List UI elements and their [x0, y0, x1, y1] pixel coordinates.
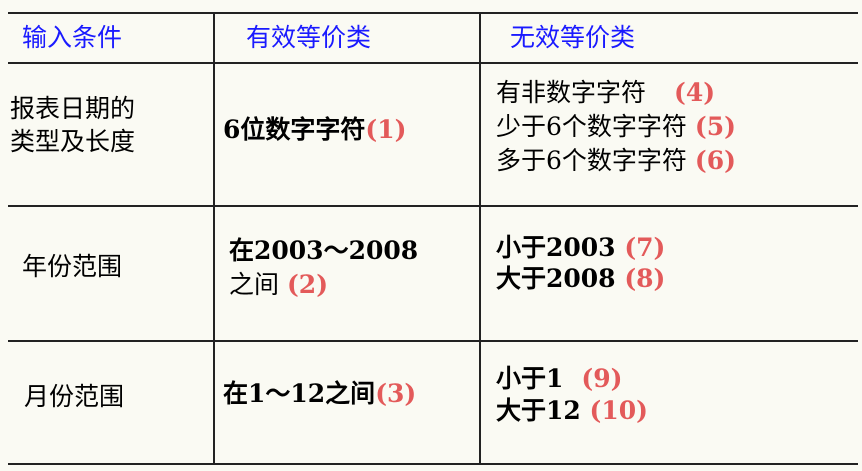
row1-valid: 6位数字字符(1) [223, 113, 406, 146]
row3-invalid-1-text: 小于1 [496, 364, 564, 393]
row2-invalid-2-text: 大于2008 [496, 264, 616, 293]
row-divider-1 [8, 205, 858, 207]
row1-invalid-3: 多于6个数字字符 (6) [496, 144, 736, 177]
row3-valid-number: (3) [375, 379, 417, 408]
row2-valid-line2: 之间 (2) [229, 268, 328, 301]
column-divider-1 [213, 12, 215, 465]
row2-valid-number: (2) [286, 270, 329, 299]
header-valid-class: 有效等价类 [246, 23, 372, 52]
row2-invalid-1-number: (7) [624, 233, 666, 262]
row1-condition-line1: 报表日期的 [10, 94, 136, 123]
header-divider [8, 62, 858, 64]
row1-valid-number: (1) [365, 115, 407, 144]
table-bottom-border [8, 463, 858, 465]
row2-condition: 年份范围 [22, 252, 123, 281]
row2-invalid-1: 小于2003 (7) [496, 231, 665, 264]
row2-valid-line2-text: 之间 [229, 270, 280, 299]
column-divider-2 [479, 12, 481, 465]
row1-invalid-3-number: (6) [694, 146, 736, 175]
header-input-condition: 输入条件 [22, 23, 123, 52]
row1-invalid-1-number: (4) [674, 78, 716, 107]
row2-invalid-2: 大于2008 (8) [496, 262, 665, 295]
row1-invalid-2: 少于6个数字字符 (5) [496, 110, 736, 143]
row2-invalid-1-text: 小于2003 [496, 233, 616, 262]
row1-invalid-2-text: 少于6个数字字符 [496, 112, 687, 141]
row-divider-2 [8, 340, 858, 342]
row3-invalid-1: 小于1 (9) [496, 362, 622, 395]
row3-condition: 月份范围 [24, 382, 125, 411]
header-invalid-class: 无效等价类 [510, 23, 636, 52]
row3-valid: 在1～12之间(3) [223, 377, 416, 410]
row3-invalid-2: 大于12 (10) [496, 394, 648, 427]
row1-invalid-3-text: 多于6个数字字符 [496, 146, 687, 175]
row3-invalid-1-number: (9) [581, 364, 623, 393]
row1-condition-line2: 类型及长度 [10, 127, 136, 156]
row1-invalid-1: 有非数字字符 (4) [496, 76, 715, 109]
row2-invalid-2-number: (8) [624, 264, 666, 293]
row3-invalid-2-text: 大于12 [496, 396, 581, 425]
table-top-border [8, 12, 858, 14]
row2-valid-line1: 在2003～2008 [229, 236, 419, 265]
row1-valid-text: 6位数字字符 [223, 115, 366, 144]
row1-invalid-1-text: 有非数字字符 [496, 78, 647, 107]
row3-valid-text: 在1～12之间 [223, 379, 376, 408]
row3-invalid-2-number: (10) [589, 396, 648, 425]
row1-invalid-2-number: (5) [694, 112, 736, 141]
